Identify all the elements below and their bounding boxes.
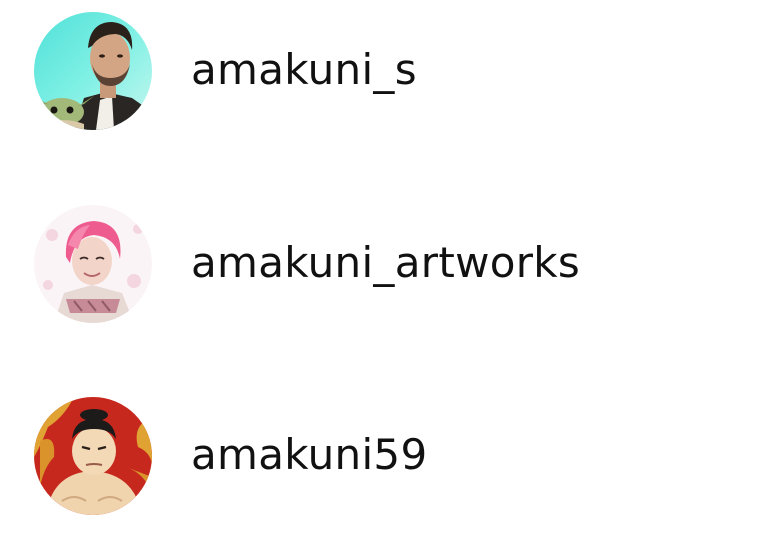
portrait-man-with-baby-yoda-avatar (34, 12, 152, 130)
account-list: amakuni_s amakuni_artworks amakuni59 (0, 0, 757, 541)
portrait-pink-hair-person-avatar (34, 205, 152, 323)
account-row-amakuni-s[interactable]: amakuni_s (0, 0, 757, 146)
portrait-sumo-wrestler-avatar (34, 397, 152, 515)
account-row-amakuni59[interactable]: amakuni59 (0, 381, 757, 531)
username-label[interactable]: amakuni_artworks (191, 242, 580, 284)
avatar[interactable] (34, 397, 152, 515)
account-row-amakuni-artworks[interactable]: amakuni_artworks (0, 189, 757, 339)
avatar[interactable] (34, 12, 152, 130)
avatar[interactable] (34, 205, 152, 323)
username-label[interactable]: amakuni_s (191, 49, 417, 91)
username-label[interactable]: amakuni59 (191, 434, 427, 476)
